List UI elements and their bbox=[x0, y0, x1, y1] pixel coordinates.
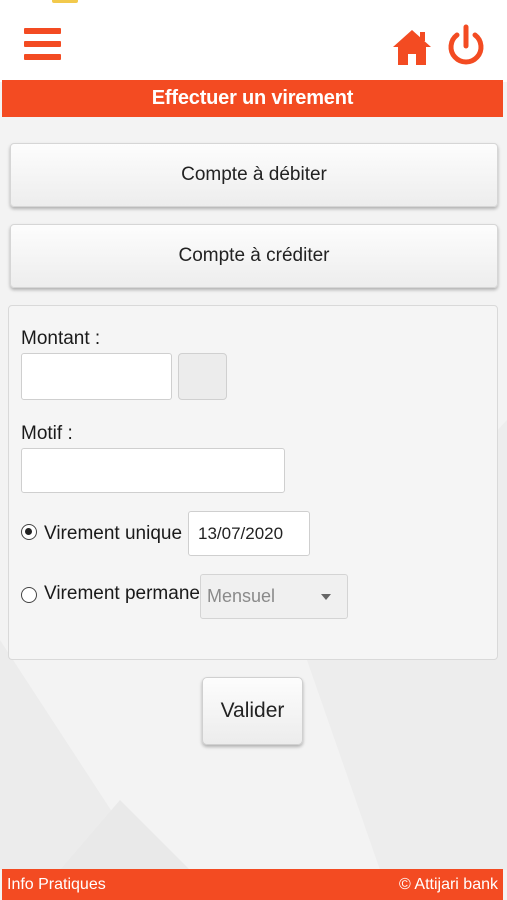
reason-input[interactable] bbox=[21, 448, 285, 493]
top-bar bbox=[0, 0, 507, 82]
home-icon[interactable] bbox=[392, 28, 432, 66]
frequency-value: Mensuel bbox=[207, 586, 276, 606]
single-transfer-radio[interactable] bbox=[21, 524, 37, 540]
debit-account-button[interactable]: Compte à débiter bbox=[10, 143, 498, 207]
credit-account-button[interactable]: Compte à créditer bbox=[10, 224, 498, 288]
hamburger-menu-icon[interactable] bbox=[24, 26, 61, 63]
page-title: Effectuer un virement bbox=[2, 80, 503, 117]
permanent-transfer-radio[interactable] bbox=[21, 587, 37, 603]
permanent-transfer-label: Virement permanent bbox=[44, 583, 216, 604]
amount-label: Montant : bbox=[21, 328, 101, 349]
frequency-select[interactable]: Mensuel bbox=[200, 574, 348, 619]
transfer-date-field[interactable]: 13/07/2020 bbox=[188, 511, 310, 556]
power-icon[interactable] bbox=[446, 24, 486, 68]
info-pratiques-link[interactable]: Info Pratiques bbox=[7, 876, 106, 894]
submit-button[interactable]: Valider bbox=[202, 677, 303, 745]
single-transfer-label: Virement unique le bbox=[44, 523, 203, 544]
currency-box bbox=[178, 353, 227, 400]
reason-label: Motif : bbox=[21, 423, 73, 444]
amount-input[interactable] bbox=[21, 353, 172, 400]
chevron-down-icon bbox=[321, 594, 331, 600]
footer-bar: Info Pratiques © Attijari bank bbox=[2, 869, 503, 900]
copyright-text: © Attijari bank bbox=[399, 875, 498, 893]
notification-accent bbox=[52, 0, 78, 3]
